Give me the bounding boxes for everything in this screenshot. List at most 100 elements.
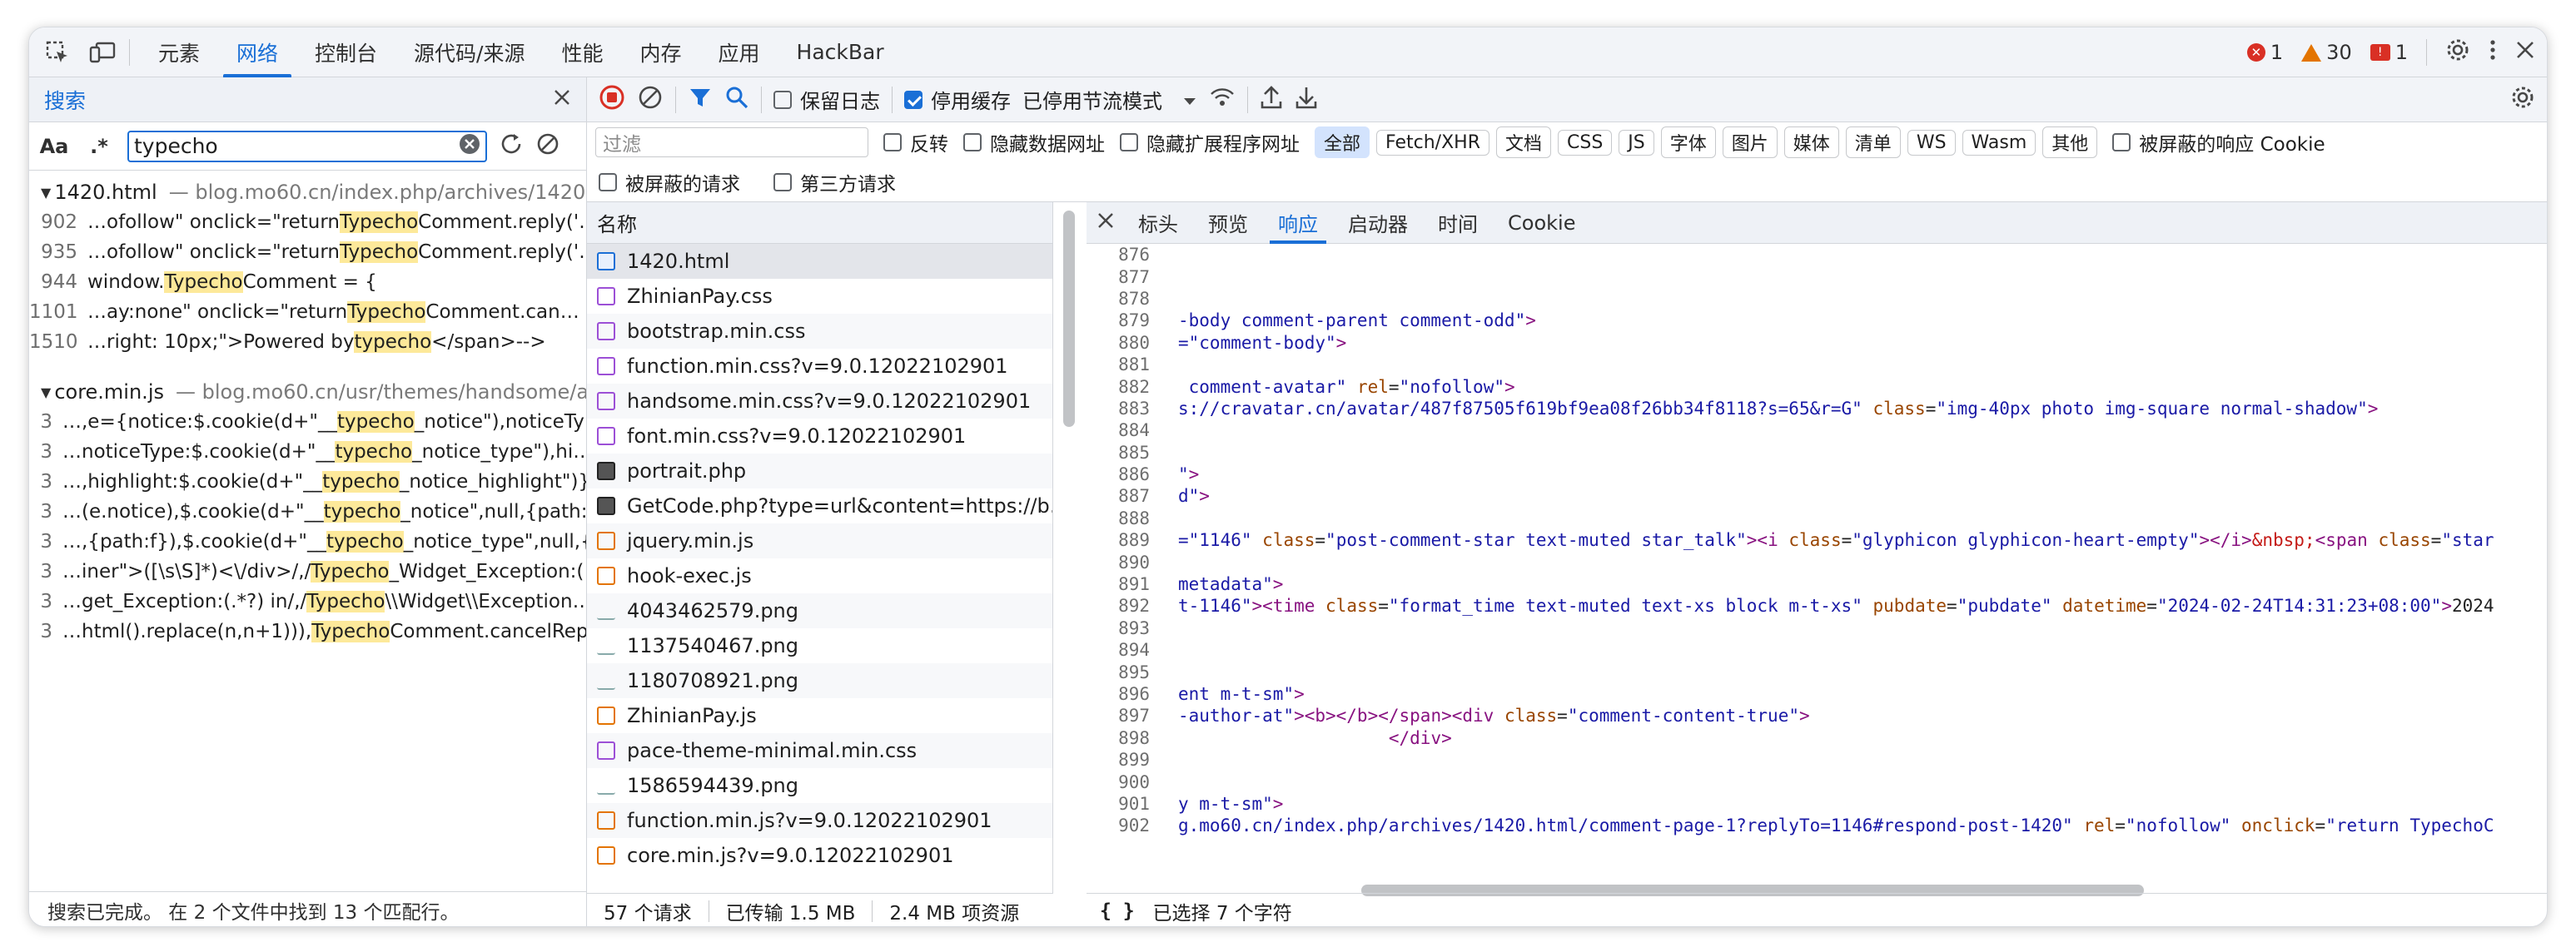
search-icon[interactable] [724,85,749,115]
invert-toggle[interactable]: 反转 [883,128,948,156]
request-row[interactable]: font.min.css?v=9.0.12022102901 [587,419,1052,454]
hide-data-urls-checkbox[interactable] [963,133,982,151]
hide-ext-urls-checkbox[interactable] [1120,133,1138,151]
type-chip[interactable]: 其他 [2042,126,2098,158]
name-column-header[interactable]: 名称 [587,202,1052,244]
result-line[interactable]: 3 …,e={notice:$.cookie(d+"__ typecho _notic… [29,407,586,437]
blocked-requests-checkbox[interactable] [599,172,617,191]
result-line[interactable]: 1510 …right: 10px;">Powered by typecho </s… [29,327,586,357]
result-line[interactable]: 944 window. Typecho Comment = { [29,267,586,297]
request-row[interactable]: 4043462579.png [587,593,1052,628]
type-chip[interactable]: Fetch/XHR [1376,129,1489,156]
refresh-icon[interactable] [499,131,524,161]
preserve-log-checkbox[interactable] [773,90,792,109]
response-tab-2[interactable]: 响应 [1263,202,1333,244]
filter-input[interactable]: 过滤 [595,127,868,157]
result-line[interactable]: 3 …html().replace(n,n+1))), Typecho Comment… [29,617,586,647]
disable-cache-toggle[interactable]: 停用缓存 [904,85,1011,114]
result-line[interactable]: 3 …noticeType:$.cookie(d+"__ typecho _notic… [29,437,586,467]
request-row[interactable]: handsome.min.css?v=9.0.12022102901 [587,384,1052,419]
error-count[interactable]: ✕ 1 [2246,41,2283,64]
request-row[interactable]: core.min.js?v=9.0.12022102901 [587,838,1052,873]
result-line[interactable]: 935 …ofollow" onclick="return Typecho Comm… [29,237,586,267]
response-tab-3[interactable]: 启动器 [1333,202,1423,244]
response-tab-4[interactable]: 时间 [1423,202,1493,244]
hide-data-urls-toggle[interactable]: 隐藏数据网址 [963,128,1105,156]
close-search-icon[interactable] [553,87,571,112]
network-settings-gear-icon[interactable] [2510,85,2535,115]
search-pane-title[interactable]: 搜索 [44,85,86,115]
request-row[interactable]: bootstrap.min.css [587,314,1052,349]
invert-checkbox[interactable] [883,133,902,151]
type-chip[interactable]: 清单 [1845,126,1901,158]
tab-5[interactable]: 内存 [622,27,700,77]
result-line[interactable]: 3 …,{path:f}),$.cookie(d+"__ typecho _notic… [29,527,586,557]
tab-3[interactable]: 源代码/来源 [395,27,543,77]
result-line[interactable]: 3 …(e.notice),$.cookie(d+"__ typecho _notic… [29,497,586,527]
request-row[interactable]: function.min.js?v=9.0.12022102901 [587,803,1052,838]
expand-triangle-icon[interactable]: ▼ [41,185,51,201]
request-row[interactable]: 1180708921.png [587,663,1052,698]
inspect-element-icon[interactable] [41,36,74,69]
pretty-print-icon[interactable]: { } [1100,900,1135,922]
request-row[interactable]: portrait.php [587,454,1052,488]
search-input[interactable]: typecho [127,130,487,162]
tab-1[interactable]: 网络 [218,27,296,77]
tab-0[interactable]: 元素 [140,27,218,77]
disable-cache-checkbox[interactable] [904,90,922,109]
result-line[interactable]: 902 …ofollow" onclick="return Typecho Comm… [29,207,586,237]
match-case-button[interactable]: Aa [37,135,71,158]
close-detail-icon[interactable] [1097,211,1115,235]
clear-results-icon[interactable] [535,131,560,161]
request-row[interactable]: 1137540467.png [587,628,1052,663]
device-toolbar-icon[interactable] [86,36,119,69]
preserve-log-toggle[interactable]: 保留日志 [773,85,880,114]
clear-network-icon[interactable] [637,84,664,116]
import-har-icon[interactable] [1260,85,1283,115]
warning-count[interactable]: 30 [2301,41,2352,64]
type-chip[interactable]: 字体 [1660,126,1716,158]
issue-count[interactable]: ! 1 [2370,41,2408,64]
third-party-toggle[interactable]: 第三方请求 [773,168,896,196]
result-line[interactable]: 1101 …ay:none" onclick="return Typecho Com… [29,297,586,327]
type-chip[interactable]: 全部 [1315,126,1370,158]
result-file-header[interactable]: ▼ 1420.html — blog.mo60.cn/index.php/archi… [29,177,586,207]
throttle-select[interactable]: 已停用节流模式 [1022,85,1197,114]
request-row[interactable]: ZhinianPay.js [587,698,1052,733]
result-line[interactable]: 3 …,highlight:$.cookie(d+"__ typecho _notic… [29,467,586,497]
third-party-checkbox[interactable] [773,172,792,191]
request-row[interactable]: pace-theme-minimal.min.css [587,733,1052,768]
hide-ext-urls-toggle[interactable]: 隐藏扩展程序网址 [1120,128,1300,156]
regex-button[interactable]: .* [82,135,116,158]
request-row[interactable]: hook-exec.js [587,558,1052,593]
tab-7[interactable]: HackBar [778,27,903,77]
result-line[interactable]: 3 …get_Exception:(.*?) in/,/Typecho \\Widg… [29,587,586,617]
export-har-icon[interactable] [1295,85,1318,115]
request-row[interactable]: 1420.html [587,244,1052,279]
blocked-cookies-checkbox[interactable] [2112,133,2131,151]
result-file-header[interactable]: ▼ core.min.js — blog.mo60.cn/usr/themes/ha… [29,377,586,407]
type-chip[interactable]: 图片 [1722,126,1778,158]
filter-funnel-icon[interactable] [688,85,713,115]
type-chip[interactable]: JS [1619,129,1654,156]
type-chip[interactable]: CSS [1558,129,1613,156]
request-row[interactable]: jquery.min.js [587,523,1052,558]
response-tab-5[interactable]: Cookie [1493,202,1590,244]
tab-4[interactable]: 性能 [543,27,621,77]
response-code[interactable]: 876 877 878 879 -body comment-parent comment… [1087,244,2547,860]
record-stop-icon[interactable] [599,84,625,116]
search-query[interactable]: typecho [134,134,218,158]
settings-gear-icon[interactable] [2445,37,2470,67]
blocked-cookies-toggle[interactable]: 被屏蔽的响应 Cookie [2112,128,2325,156]
request-row[interactable]: GetCode.php?type=url&content=https://b… [587,488,1052,523]
response-tab-0[interactable]: 标头 [1123,202,1193,244]
tab-6[interactable]: 应用 [700,27,778,77]
expand-triangle-icon[interactable]: ▼ [41,384,51,400]
request-list-scrollbar[interactable] [1063,211,1075,427]
request-row[interactable]: function.min.css?v=9.0.12022102901 [587,349,1052,384]
type-chip[interactable]: 媒体 [1783,126,1839,158]
response-tab-1[interactable]: 预览 [1193,202,1263,244]
type-chip[interactable]: Wasm [1962,129,2036,156]
request-row[interactable]: 1586594439.png [587,768,1052,803]
type-chip[interactable]: 文档 [1495,126,1551,158]
